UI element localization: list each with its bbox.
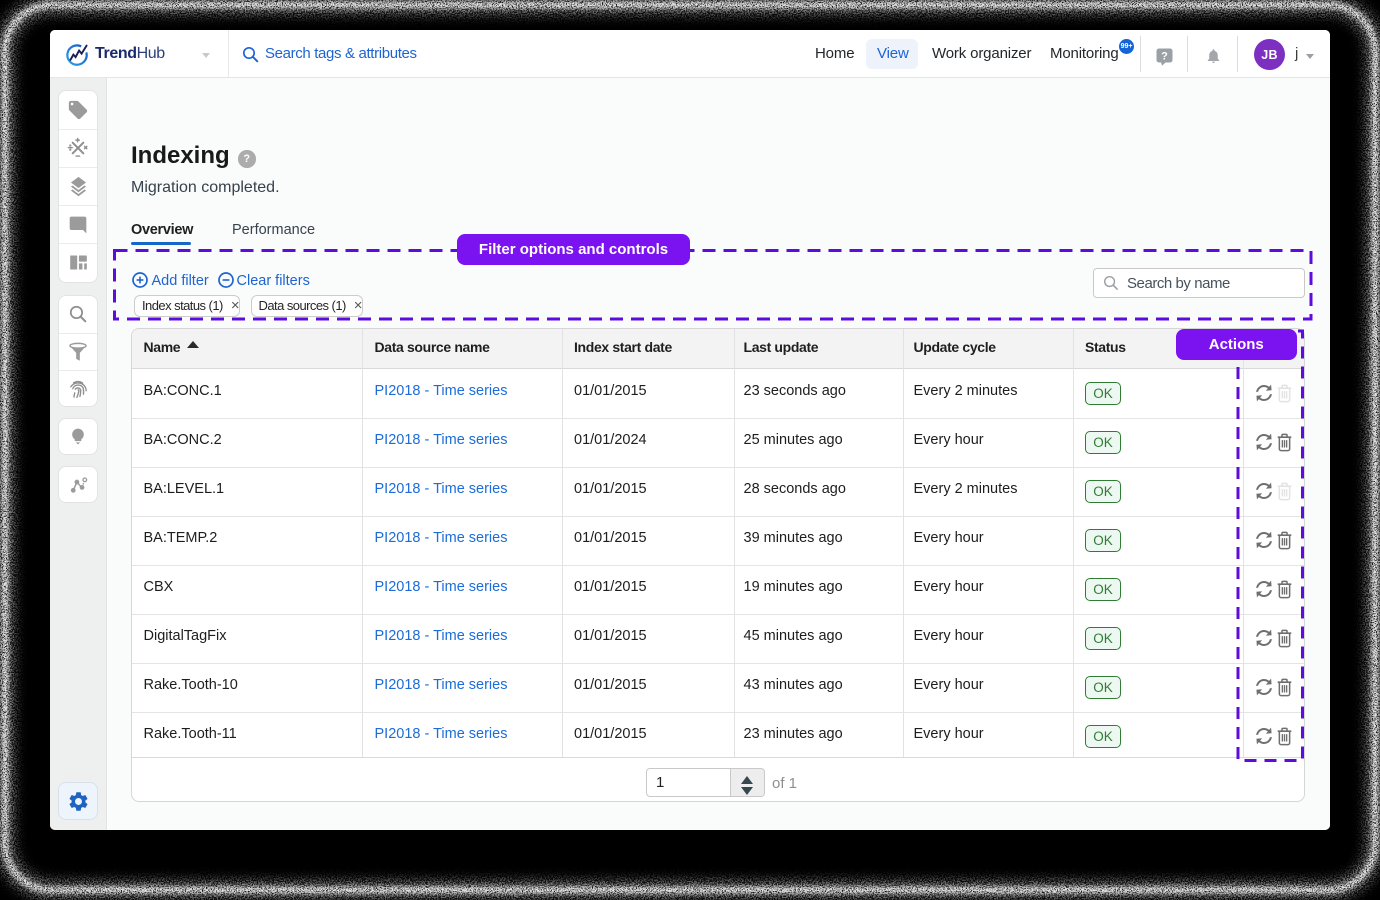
svg-text:?: ?: [1161, 51, 1168, 63]
